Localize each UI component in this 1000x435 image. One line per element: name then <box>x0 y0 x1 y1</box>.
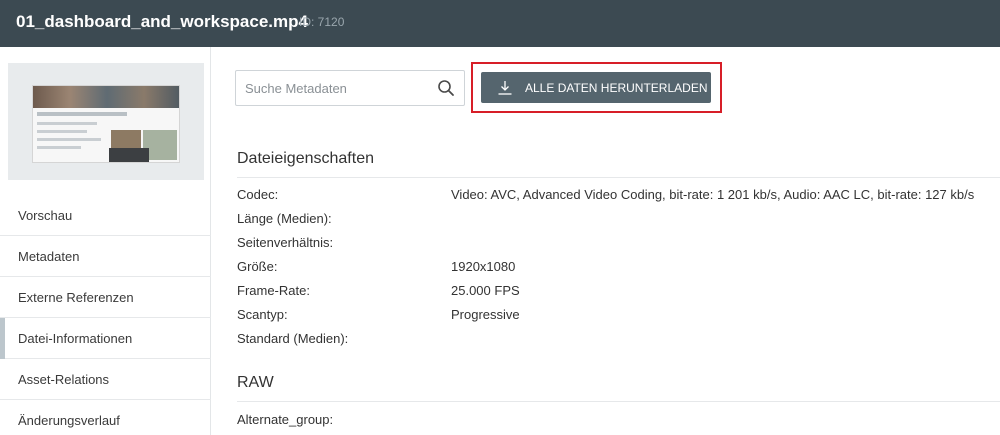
property-key: Standard (Medien): <box>237 331 349 346</box>
file-id: ID: 7120 <box>299 15 345 29</box>
sidebar-item-label: Externe Referenzen <box>18 289 134 305</box>
sidebar-item-label: Datei-Informationen <box>18 330 133 346</box>
property-row: Seitenverhältnis: <box>237 235 1000 255</box>
thumbnail-bar <box>37 112 127 116</box>
section-title-file-properties: Dateieigenschaften <box>237 150 374 167</box>
sidebar: Vorschau Metadaten Externe Referenzen Da… <box>0 47 211 435</box>
search-input[interactable] <box>236 71 426 105</box>
section-title-raw: RAW <box>237 374 274 391</box>
property-row: Codec: Video: AVC, Advanced Video Coding… <box>237 187 1000 207</box>
thumbnail-dark-block <box>109 148 149 162</box>
app-header: 01_dashboard_and_workspace.mp4 ID: 7120 <box>0 0 1000 47</box>
property-row: Standard (Medien): <box>237 331 1000 351</box>
thumbnail-line <box>37 130 87 133</box>
property-row: Frame-Rate: 25.000 FPS <box>237 283 1000 303</box>
property-key: Scantyp: <box>237 307 288 322</box>
sidebar-item-label: Vorschau <box>18 207 73 223</box>
section-divider <box>237 401 1000 402</box>
thumbnail-line <box>37 138 101 141</box>
sidebar-item-metadaten[interactable]: Metadaten <box>0 236 211 277</box>
download-icon <box>498 80 512 95</box>
sidebar-item-label: Metadaten <box>18 248 80 264</box>
property-row: Scantyp: Progressive <box>237 307 1000 327</box>
property-row: Größe: 1920x1080 <box>237 259 1000 279</box>
metadata-search <box>235 70 465 106</box>
video-thumbnail[interactable] <box>8 63 204 180</box>
property-key: Frame-Rate: <box>237 283 310 298</box>
thumbnail-line <box>37 146 81 149</box>
thumbnail-line <box>37 122 97 125</box>
thumbnail-preview-image <box>32 85 180 163</box>
property-key: Größe: <box>237 259 278 274</box>
search-icon[interactable] <box>437 79 455 97</box>
property-row: Länge (Medien): <box>237 211 1000 231</box>
section-divider <box>237 177 1000 178</box>
property-value: Video: AVC, Advanced Video Coding, bit-r… <box>451 187 975 202</box>
sidebar-item-externe-referenzen[interactable]: Externe Referenzen <box>0 277 211 318</box>
property-value: 1920x1080 <box>451 259 516 274</box>
download-button-label: ALLE DATEN HERUNTERLADEN <box>525 80 708 95</box>
thumbnail-banner <box>33 86 179 108</box>
property-key: Länge (Medien): <box>237 211 332 226</box>
sidebar-item-datei-informationen[interactable]: Datei-Informationen <box>0 318 211 359</box>
property-value: Progressive <box>451 307 520 322</box>
property-key: Seitenverhältnis: <box>237 235 334 250</box>
property-value: 25.000 FPS <box>451 283 520 298</box>
property-key: Alternate_group: <box>237 412 334 427</box>
file-title: 01_dashboard_and_workspace.mp4 <box>16 12 308 31</box>
sidebar-item-asset-relations[interactable]: Asset-Relations <box>0 359 211 400</box>
download-all-button[interactable]: ALLE DATEN HERUNTERLADEN <box>481 72 711 103</box>
property-key: Codec: <box>237 187 279 202</box>
property-row: Alternate_group: <box>237 412 1000 432</box>
sidebar-item-label: Asset-Relations <box>18 371 110 387</box>
sidebar-item-aenderungsverlauf[interactable]: Änderungsverlauf <box>0 400 211 435</box>
sidebar-item-vorschau[interactable]: Vorschau <box>0 195 211 236</box>
sidebar-item-label: Änderungsverlauf <box>18 412 120 428</box>
sidebar-nav: Vorschau Metadaten Externe Referenzen Da… <box>0 195 211 435</box>
